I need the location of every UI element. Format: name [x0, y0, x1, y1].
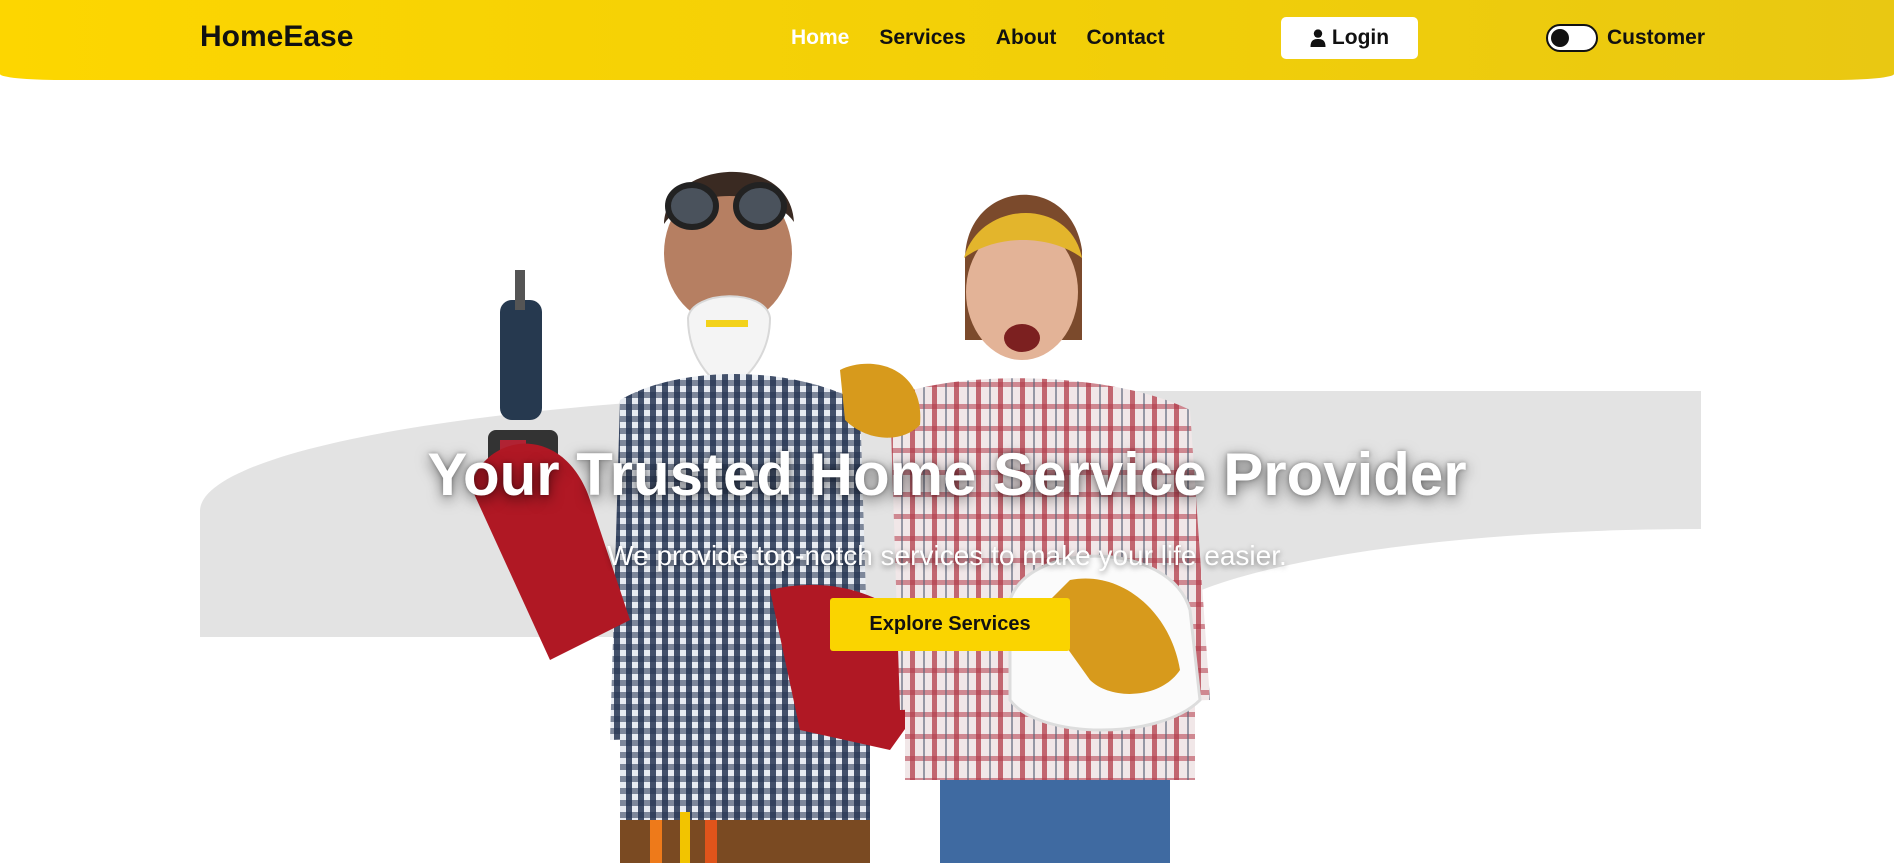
main-nav: Home Services About Contact [791, 26, 1165, 50]
explore-services-button[interactable]: Explore Services [830, 598, 1070, 651]
nav-services-link[interactable]: Services [879, 26, 965, 50]
top-navigation-bar: HomeEase Home Services About Contact Log… [0, 0, 1894, 80]
hero-subtitle: We provide top-notch services to make yo… [607, 540, 1287, 571]
toggle-knob [1551, 28, 1569, 47]
mode-label: Customer [1607, 26, 1706, 49]
nav-home-link[interactable]: Home [791, 26, 849, 50]
mode-toggle-switch[interactable] [1546, 24, 1598, 52]
login-label: Login [1331, 26, 1390, 49]
hero-title: Your Trusted Home Service Provider [427, 441, 1467, 508]
user-icon [1310, 29, 1326, 47]
nav-about-link[interactable]: About [996, 26, 1057, 50]
woman-figure [840, 194, 1210, 863]
login-button[interactable]: Login [1281, 17, 1418, 59]
man-figure [470, 171, 940, 863]
nav-contact-link[interactable]: Contact [1086, 26, 1164, 50]
brand-logo[interactable]: HomeEase [200, 20, 353, 54]
